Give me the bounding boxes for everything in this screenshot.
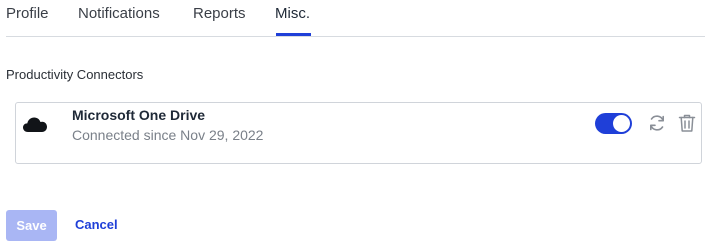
settings-page: Profile Notifications Reports Misc. Prod… [0, 0, 705, 244]
tab-bar: Profile Notifications Reports Misc. [6, 0, 705, 37]
trash-icon[interactable] [678, 113, 696, 133]
refresh-icon[interactable] [647, 113, 667, 133]
tab-notifications[interactable]: Notifications [78, 5, 160, 22]
connector-status: Connected since Nov 29, 2022 [72, 127, 264, 143]
connector-name: Microsoft One Drive [72, 107, 206, 123]
cloud-icon [22, 114, 48, 134]
tab-profile[interactable]: Profile [6, 5, 49, 22]
cancel-button[interactable]: Cancel [75, 217, 118, 232]
connector-card: Microsoft One Drive Connected since Nov … [15, 102, 702, 164]
section-title: Productivity Connectors [6, 67, 144, 82]
toggle-knob [613, 115, 630, 132]
tab-reports[interactable]: Reports [193, 5, 246, 22]
save-button[interactable]: Save [6, 210, 57, 241]
tab-misc[interactable]: Misc. [275, 5, 310, 22]
connector-enabled-toggle[interactable] [595, 113, 632, 134]
active-tab-indicator [276, 33, 311, 36]
